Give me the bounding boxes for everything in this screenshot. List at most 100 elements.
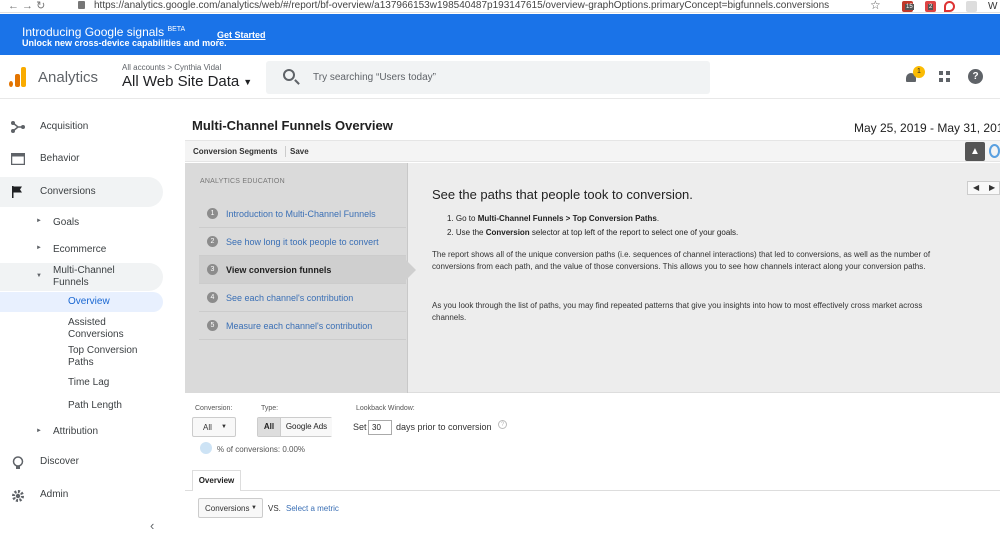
extension-icon[interactable]	[966, 1, 977, 12]
lightbulb-icon	[12, 456, 24, 469]
sidebar-item-ecommerce[interactable]: ► Ecommerce	[0, 243, 163, 257]
sidebar-item-acquisition[interactable]: Acquisition	[0, 112, 163, 142]
analytics-logo-icon	[9, 67, 27, 87]
browser-bar: ← → ↻ https://analytics.google.com/analy…	[0, 0, 1000, 13]
sidebar-item-overview[interactable]: Overview	[0, 292, 163, 312]
google-signals-banner: Introducing Google signals BETA Unlock n…	[0, 14, 1000, 55]
type-all-button[interactable]: All	[258, 418, 280, 436]
lock-icon	[78, 1, 85, 9]
set-label: Set	[353, 422, 367, 432]
get-started-link[interactable]: Get Started	[217, 30, 266, 40]
education-steps: ANALYTICS EDUCATION 1 Introduction to Mu…	[185, 163, 416, 393]
search-placeholder: Try searching “Users today”	[313, 72, 436, 83]
type-label: Type:	[261, 405, 279, 412]
sidebar-item-conversions[interactable]: Conversions	[0, 177, 163, 207]
expand-triangle-icon: ►	[36, 218, 42, 224]
education-heading: ANALYTICS EDUCATION	[200, 178, 285, 185]
education-step[interactable]: 2 See how long it took people to convert	[199, 228, 406, 256]
help-icon[interactable]: ?	[968, 69, 983, 84]
sidebar-item-admin[interactable]: Admin	[0, 480, 163, 510]
account-breadcrumb[interactable]: All accounts > Cynthia Vidal	[122, 63, 221, 72]
conversion-dropdown[interactable]: All ▼	[192, 417, 236, 437]
sidebar-item-label: Admin	[40, 489, 69, 500]
conversion-segments-button[interactable]: Conversion Segments	[193, 147, 277, 156]
sidebar-item-path-length[interactable]: Path Length	[0, 400, 163, 414]
next-chevron-icon[interactable]: ▶	[989, 183, 995, 192]
education-content: See the paths that people took to conver…	[432, 163, 972, 393]
education-pager[interactable]: ◀ ▶	[967, 181, 1000, 195]
caret-down-icon: ▼	[243, 77, 253, 88]
sidebar-item-multi-channel-funnels[interactable]: ▼ Multi-Channel Funnels	[0, 263, 163, 291]
expand-triangle-icon: ►	[36, 428, 42, 434]
caret-down-icon: ▼	[221, 424, 227, 430]
education-paragraph: The report shows all of the unique conve…	[432, 250, 931, 271]
education-instruction-1: 1. Go to Multi-Channel Funnels > Top Con…	[447, 214, 660, 223]
education-step[interactable]: 1 Introduction to Multi-Channel Funnels	[199, 200, 406, 228]
sidebar-item-assisted-conversions[interactable]: Assisted Conversions	[0, 317, 163, 343]
app-name: Analytics	[38, 69, 99, 86]
notification-badge: 1	[913, 66, 925, 78]
bookmark-star-icon[interactable]: ☆	[870, 0, 881, 12]
analytics-education-panel: ANALYTICS EDUCATION 1 Introduction to Mu…	[185, 163, 1000, 393]
collapse-sidebar-chevron-icon[interactable]: ‹	[150, 518, 154, 533]
sidebar-item-label: Discover	[40, 456, 79, 467]
percent-of-conversions: % of conversions: 0.00%	[217, 445, 306, 454]
browser-nav-icons[interactable]: ← → ↻	[8, 0, 45, 12]
education-content-title: See the paths that people took to conver…	[432, 187, 693, 202]
insights-icon[interactable]	[989, 144, 1000, 158]
education-step[interactable]: 5 Measure each channel's contribution	[199, 312, 406, 340]
report-toolbar: Conversion Segments Save ▲	[185, 140, 1000, 162]
search-icon	[283, 69, 295, 81]
sidebar-item-discover[interactable]: Discover	[0, 447, 163, 477]
search-bar[interactable]: Try searching “Users today”	[266, 61, 710, 94]
sidebar-item-label: Acquisition	[40, 121, 89, 132]
tab-overview[interactable]: Overview	[192, 470, 241, 491]
metric-dropdown[interactable]: Conversions ▼	[198, 498, 263, 518]
notifications-bell-icon[interactable]: 1	[905, 66, 925, 83]
flag-icon	[12, 186, 22, 198]
sidebar-nav: Acquisition Behavior Conversions ► Goals…	[0, 100, 185, 533]
sidebar-item-behavior[interactable]: Behavior	[0, 144, 163, 174]
sidebar-item-label: Behavior	[40, 153, 80, 164]
collapse-triangle-icon: ▼	[36, 273, 42, 279]
education-mortarboard-icon[interactable]: ▲	[965, 142, 985, 161]
type-toggle: All Google Ads	[257, 417, 332, 437]
education-step-current[interactable]: 3 View conversion funnels	[199, 256, 416, 284]
education-paragraph: As you look through the list of paths, y…	[432, 301, 923, 322]
banner-subtitle: Unlock new cross-device capabilities and…	[22, 38, 227, 48]
education-instruction-2: 2. Use the Conversion selector at top le…	[447, 228, 739, 237]
banner-title: Introducing Google signals BETA	[22, 25, 186, 39]
extension-badge: 15	[905, 4, 914, 10]
main-content: Multi-Channel Funnels Overview May 25, 2…	[185, 100, 1000, 533]
extension-heart-icon[interactable]	[944, 1, 955, 12]
save-button[interactable]: Save	[290, 147, 309, 156]
apps-grid-icon[interactable]	[939, 71, 951, 83]
sidebar-item-time-lag[interactable]: Time Lag	[0, 377, 163, 391]
days-prior-label: days prior to conversion	[396, 422, 492, 432]
sidebar-item-label: Conversions	[40, 186, 96, 197]
education-step[interactable]: 4 See each channel's contribution	[199, 284, 406, 312]
date-range-selector[interactable]: May 25, 2019 - May 31, 2019	[854, 121, 1000, 135]
extension-badge: 2	[928, 4, 934, 10]
top-header: Analytics All accounts > Cynthia Vidal A…	[0, 55, 1000, 99]
select-metric-link[interactable]: Select a metric	[286, 504, 339, 513]
extension-w-icon[interactable]: W	[988, 1, 999, 12]
behavior-icon	[11, 153, 25, 165]
address-bar[interactable]: https://analytics.google.com/analytics/w…	[94, 0, 829, 11]
vs-label: VS.	[268, 504, 281, 513]
view-selector[interactable]: All Web Site Data ▼	[122, 73, 252, 90]
sidebar-item-top-conversion-paths[interactable]: Top Conversion Paths	[0, 345, 163, 371]
series-dot-icon	[200, 442, 212, 454]
expand-triangle-icon: ►	[36, 245, 42, 251]
sidebar-item-goals[interactable]: ► Goals	[0, 216, 163, 230]
toolbar-divider	[285, 146, 286, 157]
acquisition-icon	[11, 121, 25, 133]
lookback-window-label: Lookback Window:	[356, 405, 415, 412]
sidebar-item-attribution[interactable]: ► Attribution	[0, 426, 163, 440]
help-question-icon[interactable]: ?	[498, 420, 507, 429]
type-google-ads-button[interactable]: Google Ads	[280, 418, 332, 436]
tab-bar-divider	[185, 490, 1000, 491]
conversion-label: Conversion:	[195, 405, 233, 412]
lookback-days-input[interactable]: 30	[368, 420, 392, 435]
previous-chevron-icon[interactable]: ◀	[973, 183, 979, 192]
